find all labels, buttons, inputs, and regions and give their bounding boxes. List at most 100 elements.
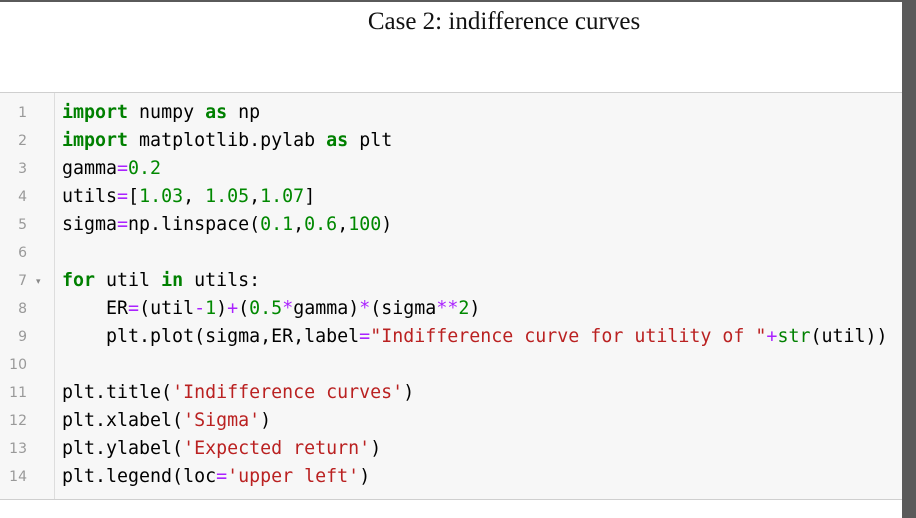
code-token: - <box>194 298 206 319</box>
code-line[interactable]: 3 gamma=0.2 <box>0 155 902 183</box>
code-token: matplotlib.pylab <box>128 130 327 151</box>
code-cell[interactable]: 1 import numpy as np 2 import matplotlib.py… <box>0 92 902 500</box>
code-token: 0.1 <box>260 214 294 235</box>
code-token: ER <box>62 298 129 319</box>
code-token: ** <box>436 298 459 319</box>
code-token: = <box>117 186 129 207</box>
code-token: + <box>227 298 239 319</box>
code-token: ) <box>381 214 393 235</box>
markdown-heading: Case 2: indifference curves <box>367 8 641 35</box>
code-text: gamma=0.2 <box>62 157 161 181</box>
line-number: 7 <box>18 273 27 289</box>
code-token: 1.03 <box>139 186 184 207</box>
line-number: 11 <box>9 385 27 401</box>
line-number: 3 <box>18 161 27 177</box>
line-number: 6 <box>18 245 27 261</box>
code-token: in <box>161 270 184 291</box>
line-number: 9 <box>18 329 27 345</box>
code-token: import <box>62 102 129 123</box>
code-token: = <box>128 298 140 319</box>
code-line[interactable]: 6 <box>0 239 902 267</box>
code-text: plt.title('Indifference curves') <box>62 381 414 405</box>
code-token: = <box>117 214 129 235</box>
code-token: for <box>62 270 96 291</box>
line-number: 1 <box>18 105 27 121</box>
line-number: 2 <box>18 133 27 149</box>
code-token: , <box>337 214 349 235</box>
code-token: = <box>117 158 129 179</box>
code-token: 1.07 <box>260 186 305 207</box>
code-token: ) <box>359 466 371 487</box>
code-line[interactable]: 9 plt.plot(sigma,ER,label="Indifference … <box>0 323 902 351</box>
code-token: (util)) <box>810 326 888 347</box>
code-token: , <box>249 186 261 207</box>
code-token: 'Expected return' <box>183 438 371 459</box>
line-number: 10 <box>9 357 27 373</box>
code-token: ) <box>370 438 382 459</box>
code-token: str <box>777 326 811 347</box>
vertical-scrollbar[interactable] <box>902 0 916 518</box>
code-token: numpy <box>128 102 206 123</box>
line-number: 13 <box>9 441 27 457</box>
code-token: ) <box>216 298 228 319</box>
code-token: , <box>293 214 305 235</box>
code-line[interactable]: 13 plt.ylabel('Expected return') <box>0 435 902 463</box>
code-text: plt.legend(loc='upper left') <box>62 465 370 489</box>
code-line[interactable]: 7 ▾ for util in utils: <box>0 267 902 295</box>
code-token: 100 <box>348 214 382 235</box>
code-token: plt.plot(sigma,ER,label <box>62 326 360 347</box>
code-token: * <box>359 298 371 319</box>
code-line[interactable]: 8 ER=(util-1)+(0.5*gamma)*(sigma**2) <box>0 295 902 323</box>
code-token: ) <box>469 298 481 319</box>
code-token: "Indifference curve for utility of " <box>370 326 767 347</box>
line-number: 12 <box>9 413 27 429</box>
code-line[interactable]: 12 plt.xlabel('Sigma') <box>0 407 902 435</box>
code-token: util <box>95 270 162 291</box>
code-token: plt <box>348 130 393 151</box>
code-token: plt.ylabel( <box>62 438 184 459</box>
code-line[interactable]: 1 import numpy as np <box>0 99 902 127</box>
code-token: ] <box>304 186 316 207</box>
code-line[interactable]: 11 plt.title('Indifference curves') <box>0 379 902 407</box>
code-token: * <box>282 298 294 319</box>
code-text: plt.xlabel('Sigma') <box>62 409 271 433</box>
code-token: 0.2 <box>128 158 162 179</box>
code-token: np <box>227 102 261 123</box>
code-line[interactable]: 4 utils=[1.03, 1.05,1.07] <box>0 183 902 211</box>
code-token: sigma <box>62 214 118 235</box>
code-token: np.linspace( <box>128 214 261 235</box>
code-token: = <box>359 326 371 347</box>
code-token: as <box>326 130 349 151</box>
code-line[interactable]: 14 plt.legend(loc='upper left') <box>0 463 902 491</box>
code-token: plt.xlabel( <box>62 410 184 431</box>
code-token: import <box>62 130 129 151</box>
code-line[interactable]: 10 <box>0 351 902 379</box>
code-text: utils=[1.03, 1.05,1.07] <box>62 185 315 209</box>
code-token: 'Sigma' <box>183 410 261 431</box>
notebook-area: Case 2: indifference curves 1 import nump… <box>0 2 902 518</box>
code-token: ( <box>238 298 250 319</box>
code-token: ) <box>403 382 415 403</box>
code-token: plt.legend(loc <box>62 466 217 487</box>
line-number: 4 <box>18 189 27 205</box>
code-line[interactable]: 2 import matplotlib.pylab as plt <box>0 127 902 155</box>
caret-down-icon[interactable]: ▾ <box>36 277 41 287</box>
code-token: gamma) <box>293 298 360 319</box>
code-token: utils <box>62 186 118 207</box>
code-text: plt.plot(sigma,ER,label="Indifference cu… <box>62 325 888 349</box>
code-token: 2 <box>458 298 470 319</box>
code-text: for util in utils: <box>62 269 260 293</box>
code-line[interactable]: 5 sigma=np.linspace(0.1,0.6,100) <box>0 211 902 239</box>
line-number: 5 <box>18 217 27 233</box>
code-token: (sigma <box>370 298 437 319</box>
code-token: = <box>216 466 228 487</box>
code-token: , <box>183 186 206 207</box>
code-token: utils: <box>183 270 261 291</box>
code-text: import numpy as np <box>62 101 260 125</box>
code-token: [ <box>128 186 140 207</box>
code-text: plt.ylabel('Expected return') <box>62 437 381 461</box>
code-token: + <box>766 326 778 347</box>
code-token: as <box>205 102 228 123</box>
code-token: 0.5 <box>249 298 283 319</box>
code-token: (util <box>139 298 195 319</box>
